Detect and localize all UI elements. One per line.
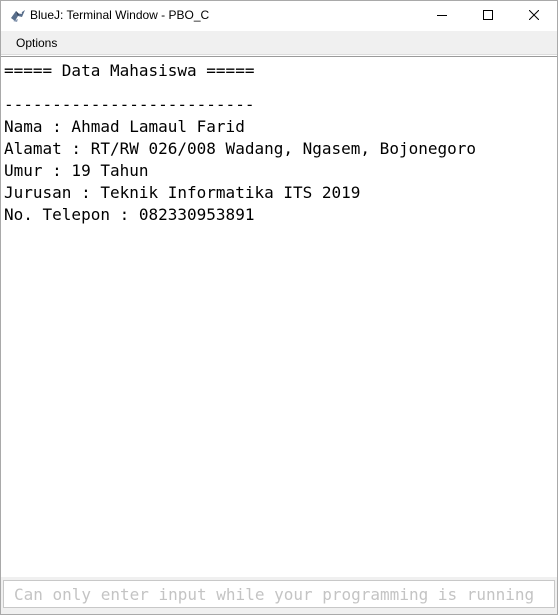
minimize-button[interactable] — [419, 1, 465, 31]
output-separator: -------------------------- — [4, 95, 255, 114]
minimize-icon — [437, 7, 447, 25]
terminal-window: BlueJ: Terminal Window - PBO_C Options =… — [0, 0, 558, 615]
output-line: Jurusan : Teknik Informatika ITS 2019 — [4, 183, 361, 202]
input-bar — [1, 577, 557, 614]
terminal-output[interactable]: ===== Data Mahasiswa ===== -------------… — [1, 56, 557, 576]
terminal-input[interactable] — [3, 580, 555, 608]
window-title: BlueJ: Terminal Window - PBO_C — [30, 8, 210, 22]
output-line: Nama : Ahmad Lamaul Farid — [4, 117, 245, 136]
menu-bar: Options — [1, 31, 557, 55]
close-icon — [528, 7, 540, 25]
menu-options[interactable]: Options — [10, 35, 63, 51]
output-line: Umur : 19 Tahun — [4, 161, 149, 180]
output-line: ===== Data Mahasiswa ===== — [4, 61, 255, 80]
title-bar[interactable]: BlueJ: Terminal Window - PBO_C — [1, 1, 557, 31]
close-button[interactable] — [511, 1, 557, 31]
maximize-icon — [483, 7, 493, 25]
output-line: No. Telepon : 082330953891 — [4, 205, 255, 224]
bluej-bird-icon — [9, 8, 27, 24]
output-line: Alamat : RT/RW 026/008 Wadang, Ngasem, B… — [4, 139, 477, 158]
maximize-button[interactable] — [465, 1, 511, 31]
